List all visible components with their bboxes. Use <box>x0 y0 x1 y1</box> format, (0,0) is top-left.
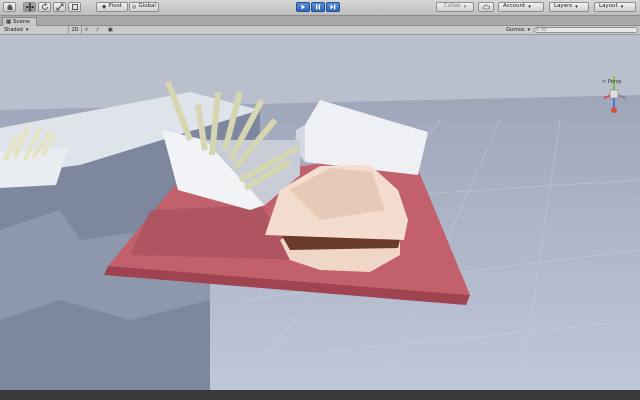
search-placeholder: All <box>541 28 547 33</box>
2d-toggle[interactable]: 2D <box>68 26 82 34</box>
scene-search-input[interactable]: ⚲ All <box>534 27 638 33</box>
rect-tool-icon <box>71 4 78 10</box>
hand-icon <box>7 4 12 10</box>
layers-dropdown[interactable]: Layers <box>549 2 589 12</box>
audio-toggle-icon[interactable]: ♪ <box>96 26 99 34</box>
projection-label[interactable]: < Persp <box>602 79 622 85</box>
layout-label: Layout <box>599 3 618 10</box>
move-tool-button[interactable] <box>23 2 36 12</box>
scene-tab-icon: ▦ <box>6 19 13 25</box>
scene-view-toolbar: Shaded 2D ☼ ♪ ▣ Gizmos ⚲ All <box>0 26 640 35</box>
scale-tool-button[interactable] <box>53 2 66 12</box>
main-toolbar: ◉ Pivot ◎ Global Collab Account Layers L… <box>0 0 640 16</box>
scale-icon <box>56 3 63 11</box>
step-icon <box>330 4 336 10</box>
tab-scene[interactable]: ▦ Scene <box>2 17 37 26</box>
pivot-label: Pivot <box>108 3 122 10</box>
account-label: Account <box>503 3 526 10</box>
scene-tab-label: Scene <box>12 19 30 25</box>
pivot-icon: ◉ <box>102 3 107 10</box>
rotate-tool-button[interactable] <box>38 2 51 12</box>
pause-icon <box>316 4 320 10</box>
scene-viewport[interactable]: < Persp <box>0 35 640 390</box>
gizmos-label: Gizmos <box>506 27 525 33</box>
hand-tool-button[interactable] <box>3 2 16 12</box>
scene-render <box>0 35 640 390</box>
pause-button[interactable] <box>311 2 325 12</box>
gizmos-dropdown[interactable]: Gizmos <box>506 26 530 34</box>
step-button[interactable] <box>326 2 340 12</box>
2d-label: 2D <box>71 27 79 33</box>
effects-toggle-icon[interactable]: ▣ <box>108 26 113 34</box>
play-button[interactable] <box>296 2 310 12</box>
collab-label: Collab <box>443 3 461 10</box>
global-label: Global <box>138 3 156 10</box>
cloud-icon <box>482 4 490 10</box>
shading-mode-dropdown[interactable]: Shaded <box>4 26 64 34</box>
pivot-toggle[interactable]: ◉ Pivot <box>96 2 128 12</box>
rotate-icon <box>41 3 48 10</box>
cloud-button[interactable] <box>478 2 494 12</box>
lighting-toggle-icon[interactable]: ☼ <box>84 26 88 34</box>
global-toggle[interactable]: ◎ Global <box>129 2 159 12</box>
account-dropdown[interactable]: Account <box>498 2 544 12</box>
tab-strip: ▦ Scene <box>0 16 640 26</box>
search-icon: ⚲ <box>536 28 540 33</box>
layout-dropdown[interactable]: Layout <box>594 2 636 12</box>
layers-label: Layers <box>554 3 573 10</box>
play-icon <box>301 4 305 10</box>
rect-tool-button[interactable] <box>68 2 81 12</box>
move-arrows-icon <box>25 3 34 11</box>
collab-dropdown[interactable]: Collab <box>436 2 474 12</box>
globe-icon: ◎ <box>132 3 137 10</box>
shading-mode-label: Shaded <box>4 27 23 33</box>
bottom-bar <box>0 390 640 400</box>
